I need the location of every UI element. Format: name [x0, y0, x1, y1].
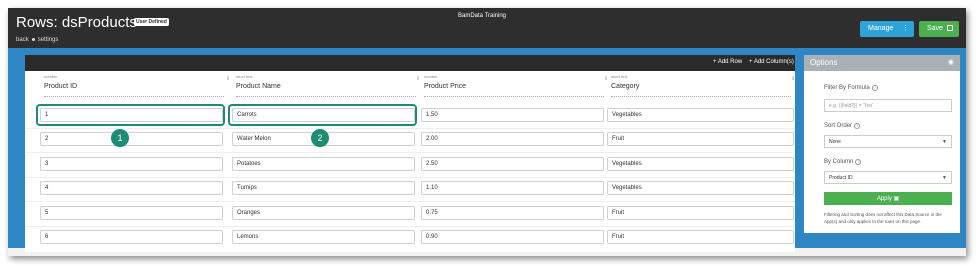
cell-category[interactable]: Vegetables — [607, 181, 794, 195]
sort-order-label: Sort Order? — [824, 123, 861, 129]
row-divider — [25, 177, 795, 178]
filter-note: Filtering and Sorting does not affect th… — [824, 212, 942, 224]
row-divider — [25, 128, 795, 129]
help-icon[interactable]: ? — [871, 85, 878, 91]
column-header-category[interactable]: short text Category ⇕ — [607, 74, 797, 102]
caret-down-icon: ▼ — [942, 139, 947, 145]
column-type: number — [44, 74, 58, 79]
caret-down-icon: ▼ — [942, 175, 947, 181]
column-name: Product Price — [424, 83, 467, 90]
callout-highlight-product-name — [228, 104, 417, 126]
row-divider — [25, 201, 795, 202]
cell-product-name[interactable]: Oranges — [232, 206, 415, 220]
filter-formula-input[interactable]: e.g. ({field2}) = 'Yes' — [824, 99, 952, 112]
cell-product-price[interactable]: 0.90 — [421, 230, 604, 244]
column-name: Product ID — [44, 83, 78, 90]
save-icon: ▣ — [893, 196, 900, 202]
column-underline — [611, 96, 791, 97]
column-underline — [236, 96, 416, 97]
cell-product-price[interactable]: 2.00 — [421, 132, 604, 146]
column-underline — [424, 96, 604, 97]
settings-link[interactable]: settings — [38, 37, 59, 43]
cell-product-name[interactable]: Lemons — [232, 230, 415, 244]
add-columns-button[interactable]: + Add Column(s) — [749, 59, 794, 65]
cell-product-id[interactable]: 6 — [40, 230, 223, 244]
options-header: Options ◉ — [804, 55, 960, 71]
column-type: short text — [611, 74, 628, 79]
cell-product-id[interactable]: 2 — [40, 132, 223, 146]
save-icon — [947, 25, 953, 31]
sort-order-value: None — [829, 139, 841, 145]
top-bar: Rows: dsProducts User Defined back settin… — [8, 8, 966, 48]
apply-button[interactable]: Apply ▣ — [824, 192, 952, 205]
column-underline — [44, 96, 224, 97]
app-name: BamData Training — [458, 13, 507, 19]
callout-marker-1: 1 — [111, 129, 129, 147]
by-column-value: Product ID — [829, 175, 853, 181]
add-row-button[interactable]: + Add Row — [713, 59, 742, 65]
hide-icon[interactable]: ◉ — [948, 58, 954, 66]
app-window: Rows: dsProducts User Defined back settin… — [8, 8, 966, 256]
column-type: short text — [236, 74, 253, 79]
row-divider — [25, 152, 795, 153]
cell-category[interactable]: Fruit — [607, 230, 794, 244]
sort-order-label-text: Sort Order — [824, 123, 853, 129]
save-button[interactable]: Save — [919, 21, 959, 37]
cell-product-id[interactable]: 3 — [40, 157, 223, 171]
filter-label-text: Filter By Formula — [824, 85, 870, 91]
cell-product-id[interactable]: 4 — [40, 181, 223, 195]
help-icon[interactable]: ? — [855, 159, 862, 165]
grid-toolbar: + Add Row + Add Column(s) — [25, 55, 795, 71]
sort-order-select[interactable]: None ▼ — [824, 135, 952, 148]
cell-category[interactable]: Vegetables — [607, 157, 794, 171]
manage-label: Manage — [868, 25, 894, 32]
column-header-product-name[interactable]: short text Product Name ⇕ — [232, 74, 422, 102]
column-name: Category — [611, 83, 640, 90]
filter-label: Filter By Formula? — [824, 85, 878, 91]
page-title: Rows: dsProducts — [16, 14, 137, 31]
cell-product-name[interactable]: Turnips — [232, 181, 415, 195]
sort-icon[interactable]: ⇕ — [226, 76, 230, 82]
user-defined-badge: User Defined — [134, 18, 169, 26]
help-icon[interactable]: ? — [854, 123, 861, 129]
cell-product-price[interactable]: 1.10 — [421, 181, 604, 195]
cell-category[interactable]: Fruit — [607, 132, 794, 146]
column-header-product-price[interactable]: number Product Price ⇕ — [420, 74, 610, 102]
row-divider — [25, 226, 795, 227]
column-header-product-id[interactable]: number Product ID ⇕ — [40, 74, 230, 102]
cell-product-price[interactable]: 1.50 — [421, 108, 604, 122]
sort-icon[interactable]: ⇕ — [791, 76, 795, 82]
by-column-label: By Column? — [824, 159, 862, 165]
column-name: Product Name — [236, 83, 281, 90]
back-link[interactable]: back — [16, 37, 29, 43]
cell-product-price[interactable]: 0.75 — [421, 206, 604, 220]
apply-label: Apply — [876, 196, 892, 202]
manage-button[interactable]: Manage ⋮ — [860, 21, 914, 37]
callout-marker-2: 2 — [311, 129, 329, 147]
kebab-icon: ⋮ — [902, 25, 909, 32]
column-type: number — [424, 74, 438, 79]
callout-highlight-product-id — [36, 104, 225, 126]
options-panel: Options ◉ Filter By Formula? e.g. ({fiel… — [804, 55, 960, 233]
by-column-label-text: By Column — [824, 159, 854, 165]
breadcrumb: back settings — [16, 37, 61, 43]
cell-product-id[interactable]: 5 — [40, 206, 223, 220]
cell-product-name[interactable]: Potatoes — [232, 157, 415, 171]
by-column-select[interactable]: Product ID ▼ — [824, 171, 952, 184]
breadcrumb-dot — [31, 37, 35, 41]
rows-grid: + Add Row + Add Column(s) number Product… — [25, 55, 795, 252]
cell-category[interactable]: Vegetables — [607, 108, 794, 122]
save-label: Save — [927, 25, 943, 32]
cell-product-price[interactable]: 2.50 — [421, 157, 604, 171]
options-title: Options — [810, 58, 838, 67]
cell-category[interactable]: Fruit — [607, 206, 794, 220]
